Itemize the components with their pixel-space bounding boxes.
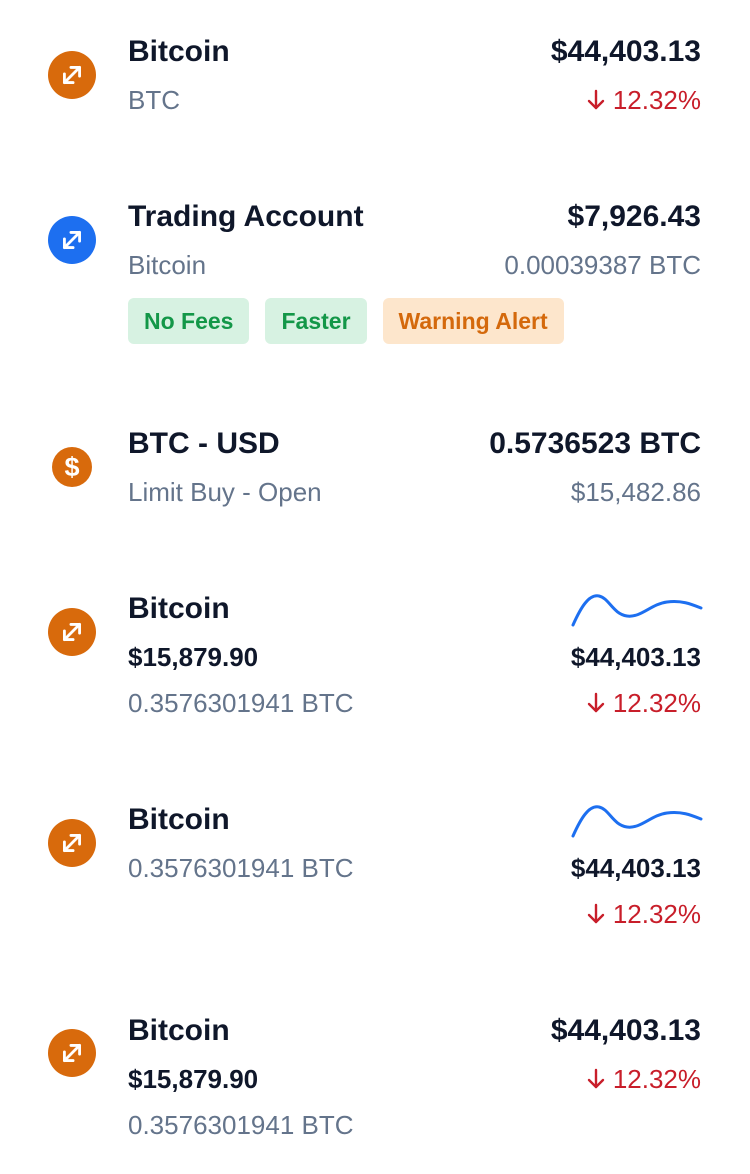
holding-amount: 0.3576301941 BTC xyxy=(128,1110,354,1140)
list-item[interactable]: Bitcoin $15,879.90 0.3576301941 BTC $44,… xyxy=(0,970,750,1174)
holding-value: $15,879.90 xyxy=(128,642,259,672)
asset-name: Bitcoin xyxy=(128,1014,230,1047)
price-change-value: 12.32% xyxy=(612,688,701,718)
arrow-down-icon xyxy=(587,89,605,111)
list-item[interactable]: Bitcoin 0.3576301941 BTC $44,403.13 12.3… xyxy=(0,760,750,970)
order-amount-usd: $15,482.86 xyxy=(570,477,701,507)
asset-price: $44,403.13 xyxy=(570,853,701,883)
tag-list: No Fees Faster Warning Alert xyxy=(128,298,564,344)
asset-list: Bitcoin BTC $44,403.13 12.32% Trading Ac… xyxy=(0,0,750,1174)
tag-warning-alert: Warning Alert xyxy=(382,298,564,344)
holding-amount: 0.3576301941 BTC xyxy=(128,688,354,718)
tag-faster: Faster xyxy=(265,298,367,344)
account-name: Trading Account xyxy=(128,200,364,233)
price-change: 12.32% xyxy=(587,901,701,927)
asset-symbol: BTC xyxy=(128,85,180,115)
swap-arrows-icon xyxy=(48,608,96,656)
list-item[interactable]: Bitcoin BTC $44,403.13 12.32% xyxy=(0,0,750,150)
price-change-value: 12.32% xyxy=(612,899,701,929)
price-change: 12.32% xyxy=(587,690,701,716)
swap-arrows-icon xyxy=(48,819,96,867)
asset-name: Bitcoin xyxy=(128,592,230,625)
trading-pair: BTC - USD xyxy=(128,427,280,460)
asset-price: $44,403.13 xyxy=(550,35,701,68)
account-asset: Bitcoin xyxy=(128,250,207,280)
price-change: 12.32% xyxy=(587,1066,701,1092)
dollar-icon: $ xyxy=(48,443,96,491)
swap-arrows-icon xyxy=(48,51,96,99)
tag-no-fees: No Fees xyxy=(128,298,250,344)
arrow-down-icon xyxy=(587,1068,605,1090)
asset-price: $44,403.13 xyxy=(570,642,701,672)
asset-price: $44,403.13 xyxy=(550,1014,701,1047)
price-change-value: 12.32% xyxy=(612,1064,701,1094)
swap-arrows-icon xyxy=(48,216,96,264)
list-item[interactable]: $ BTC - USD Limit Buy - Open 0.5736523 B… xyxy=(0,380,750,550)
holding-amount: 0.3576301941 BTC xyxy=(128,853,354,883)
arrow-down-icon xyxy=(587,692,605,714)
svg-text:$: $ xyxy=(64,452,79,482)
price-sparkline xyxy=(571,594,703,627)
account-balance-usd: $7,926.43 xyxy=(567,200,701,233)
price-sparkline xyxy=(571,805,703,838)
price-change: 12.32% xyxy=(587,87,701,113)
order-amount-crypto: 0.5736523 BTC xyxy=(489,427,701,460)
list-item[interactable]: Bitcoin $15,879.90 0.3576301941 BTC $44,… xyxy=(0,550,750,760)
holding-value: $15,879.90 xyxy=(128,1064,259,1094)
swap-arrows-icon xyxy=(48,1029,96,1077)
account-balance-crypto: 0.00039387 BTC xyxy=(504,250,701,280)
list-item[interactable]: Trading Account Bitcoin $7,926.43 0.0003… xyxy=(0,150,750,380)
price-change-value: 12.32% xyxy=(612,85,701,115)
order-status: Limit Buy - Open xyxy=(128,477,322,507)
asset-name: Bitcoin xyxy=(128,803,230,836)
asset-name: Bitcoin xyxy=(128,35,230,68)
arrow-down-icon xyxy=(587,903,605,925)
